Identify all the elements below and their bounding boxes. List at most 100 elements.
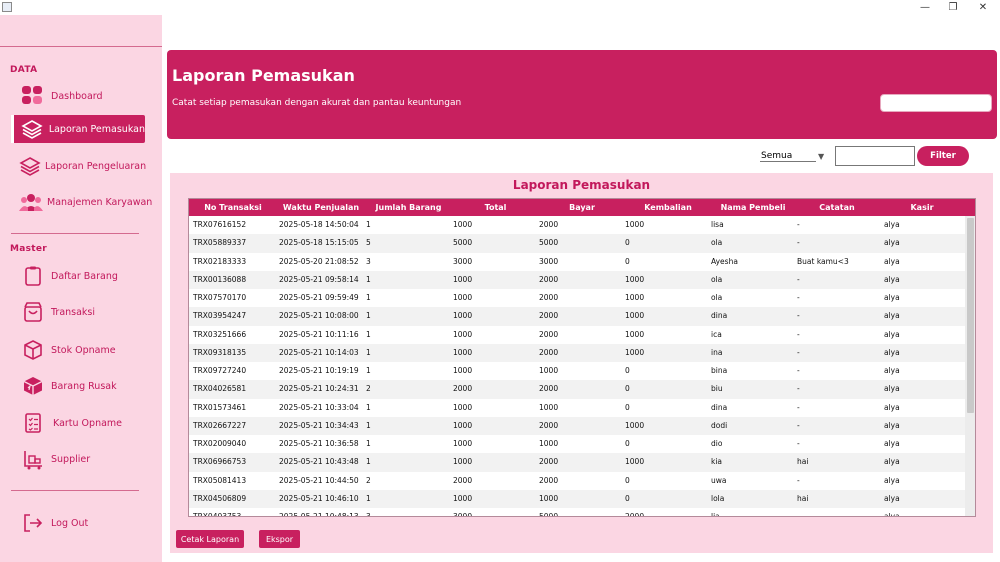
table-cell: 1000 bbox=[453, 439, 473, 448]
users-icon bbox=[19, 188, 43, 216]
table-cell: 2025-05-21 10:14:03 bbox=[279, 347, 359, 357]
report-title: Laporan Pemasukan bbox=[512, 178, 651, 192]
table-cell: 2000 bbox=[539, 311, 559, 321]
table-cell: - bbox=[797, 439, 800, 448]
table-row[interactable]: TRX02183333 2025-05-20 21:08:52 3 3000 3000 0… bbox=[189, 253, 965, 271]
table-row[interactable]: TRX06966753 2025-05-21 10:43:48 1 1000 2000 1… bbox=[189, 453, 965, 472]
sidebar-item-label: Dashboard bbox=[51, 90, 103, 102]
table-row[interactable]: TRX02009040 2025-05-21 10:36:58 1 1000 1000 0… bbox=[189, 435, 965, 453]
table-cell: 1000 bbox=[625, 420, 645, 430]
sidebar-item-label: Manajemen Karyawan bbox=[47, 196, 153, 208]
column-header[interactable]: Kasir bbox=[879, 199, 965, 216]
table-cell: 3000 bbox=[453, 256, 473, 266]
table-cell: 5000 bbox=[539, 238, 559, 248]
table-cell: 2025-05-18 15:15:05 bbox=[279, 238, 359, 248]
header-banner: Laporan Pemasukan Catat setiap pemasukan… bbox=[167, 50, 997, 139]
minimize-button[interactable]: — bbox=[910, 0, 940, 15]
table-cell: 2025-05-21 10:33:04 bbox=[279, 402, 359, 412]
table-cell: alya bbox=[884, 439, 900, 448]
table-row[interactable]: TRX01573461 2025-05-21 10:33:04 1 1000 1000 0… bbox=[189, 399, 965, 417]
scrollbar-thumb[interactable] bbox=[967, 218, 974, 413]
sidebar-item-logout[interactable]: Log Out bbox=[11, 509, 145, 537]
filter-select[interactable]: Semua ▼ bbox=[760, 150, 826, 163]
table-cell: - bbox=[797, 475, 800, 485]
sidebar-item-stok-opname[interactable]: Stok Opname bbox=[11, 336, 145, 364]
sidebar-item-kartu-opname[interactable]: Kartu Opname bbox=[11, 409, 145, 437]
table-row[interactable]: TRX04026581 2025-05-21 10:24:31 2 2000 2000 0… bbox=[189, 380, 965, 399]
table-cell: lia bbox=[711, 512, 720, 517]
table-cell: 0 bbox=[625, 439, 630, 448]
table-row[interactable]: TRX00136088 2025-05-21 09:58:14 1 1000 2000 1… bbox=[189, 270, 965, 289]
table-cell: biu bbox=[711, 384, 723, 394]
table-row[interactable]: TRX04506809 2025-05-21 10:46:10 1 1000 1000 0… bbox=[189, 489, 965, 508]
table-cell: 2025-05-21 10:48:13 bbox=[279, 512, 359, 517]
restore-button[interactable]: ❐ bbox=[938, 0, 968, 15]
table-cell: 0 bbox=[625, 475, 630, 485]
table-cell: 1000 bbox=[539, 366, 559, 375]
sidebar-item-barang-rusak[interactable]: Barang Rusak bbox=[11, 372, 145, 400]
table-cell: 2000 bbox=[539, 475, 559, 485]
table-cell: 2000 bbox=[539, 293, 559, 302]
table-cell: 5 bbox=[366, 238, 371, 248]
table-row[interactable]: TRX03954247 2025-05-21 10:08:00 1 1000 2000 1… bbox=[189, 307, 965, 326]
table-cell: 1 bbox=[366, 220, 371, 229]
table-cell: 2000 bbox=[539, 220, 559, 229]
table-cell: 2025-05-18 14:50:04 bbox=[279, 220, 359, 229]
table-cell: TRX05081413 bbox=[193, 475, 247, 485]
table-cell: 2000 bbox=[539, 420, 559, 430]
sidebar-item-daftar-barang[interactable]: Daftar Barang bbox=[11, 262, 145, 290]
table-row[interactable]: TRX07616152 2025-05-18 14:50:04 1 1000 2000 1… bbox=[189, 216, 965, 234]
sidebar-item-laporan-pengeluaran[interactable]: Laporan Pengeluaran bbox=[11, 152, 147, 180]
column-header[interactable]: No Transaksi bbox=[189, 199, 277, 216]
sidebar-item-manajemen-karyawan[interactable]: Manajemen Karyawan bbox=[11, 188, 152, 216]
column-header[interactable]: Catatan bbox=[795, 199, 879, 216]
table-cell: alya bbox=[884, 329, 900, 339]
sidebar-item-transaksi[interactable]: Transaksi bbox=[11, 298, 145, 326]
table-cell: 1000 bbox=[625, 220, 645, 229]
filter-button[interactable]: Filter bbox=[917, 146, 969, 166]
table-cell: 2000 bbox=[539, 457, 559, 467]
table-cell: 1 bbox=[366, 493, 371, 503]
clipboard-icon bbox=[19, 262, 47, 290]
table-row[interactable]: TRX09318135 2025-05-21 10:14:03 1 1000 2000 1… bbox=[189, 343, 965, 362]
main-content: Laporan Pemasukan Catat setiap pemasukan… bbox=[162, 15, 1000, 562]
table-cell: 1 bbox=[366, 347, 371, 357]
column-header[interactable]: Waktu Penjualan bbox=[277, 199, 365, 216]
export-button[interactable]: Ekspor bbox=[259, 530, 300, 548]
table-cell: 1 bbox=[366, 311, 371, 321]
table-row[interactable]: TRX02667227 2025-05-21 10:34:43 1 1000 2000 1… bbox=[189, 416, 965, 435]
table-row[interactable]: TRX05081413 2025-05-21 10:44:50 2 2000 2000 0… bbox=[189, 472, 965, 490]
table-cell: - bbox=[797, 274, 800, 284]
print-report-button[interactable]: Cetak Laporan bbox=[176, 530, 244, 548]
layers-icon bbox=[19, 115, 45, 143]
column-header[interactable]: Jumlah Barang bbox=[365, 199, 452, 216]
table-row[interactable]: TRX0403753 2025-05-21 10:48:13 3 3000 5000 20… bbox=[189, 508, 965, 517]
column-header[interactable]: Bayar bbox=[539, 199, 625, 216]
filter-input[interactable] bbox=[835, 146, 915, 166]
sidebar-item-laporan-pemasukan[interactable]: Laporan Pemasukan bbox=[11, 115, 145, 143]
broken-box-icon bbox=[19, 372, 47, 400]
table-row[interactable]: TRX03251666 2025-05-21 10:11:16 1 1000 2000 1… bbox=[189, 326, 965, 344]
table-cell: dio bbox=[711, 439, 723, 448]
header-search-input[interactable] bbox=[880, 94, 992, 112]
close-button[interactable]: ✕ bbox=[968, 0, 998, 15]
sidebar-item-supplier[interactable]: Supplier bbox=[11, 445, 145, 473]
table-cell: 1000 bbox=[453, 420, 473, 430]
column-header[interactable]: Total bbox=[452, 199, 539, 216]
sidebar-item-label: Log Out bbox=[51, 517, 89, 529]
table-cell: 2000 bbox=[539, 384, 559, 394]
table-cell: TRX00136088 bbox=[193, 274, 247, 284]
table-row[interactable]: TRX05889337 2025-05-18 15:15:05 5 5000 5000 0… bbox=[189, 234, 965, 253]
table-row[interactable]: TRX07570170 2025-05-21 09:59:49 1 1000 2000 1… bbox=[189, 289, 965, 307]
table-cell: - bbox=[797, 293, 800, 302]
table-cell: alya bbox=[884, 475, 900, 485]
column-header[interactable]: Kembalian bbox=[625, 199, 711, 216]
table-cell: Buat kamu<3 bbox=[797, 256, 849, 266]
column-header[interactable]: Nama Pembeli bbox=[711, 199, 795, 216]
table-cell: 2025-05-21 10:43:48 bbox=[279, 457, 359, 467]
table-cell: ina bbox=[711, 347, 723, 357]
sidebar-item-label: Laporan Pengeluaran bbox=[45, 160, 147, 172]
sidebar-item-dashboard[interactable]: Dashboard bbox=[11, 82, 145, 110]
table-cell: 3 bbox=[366, 256, 371, 266]
table-row[interactable]: TRX09727240 2025-05-21 10:19:19 1 1000 1000 0… bbox=[189, 362, 965, 380]
